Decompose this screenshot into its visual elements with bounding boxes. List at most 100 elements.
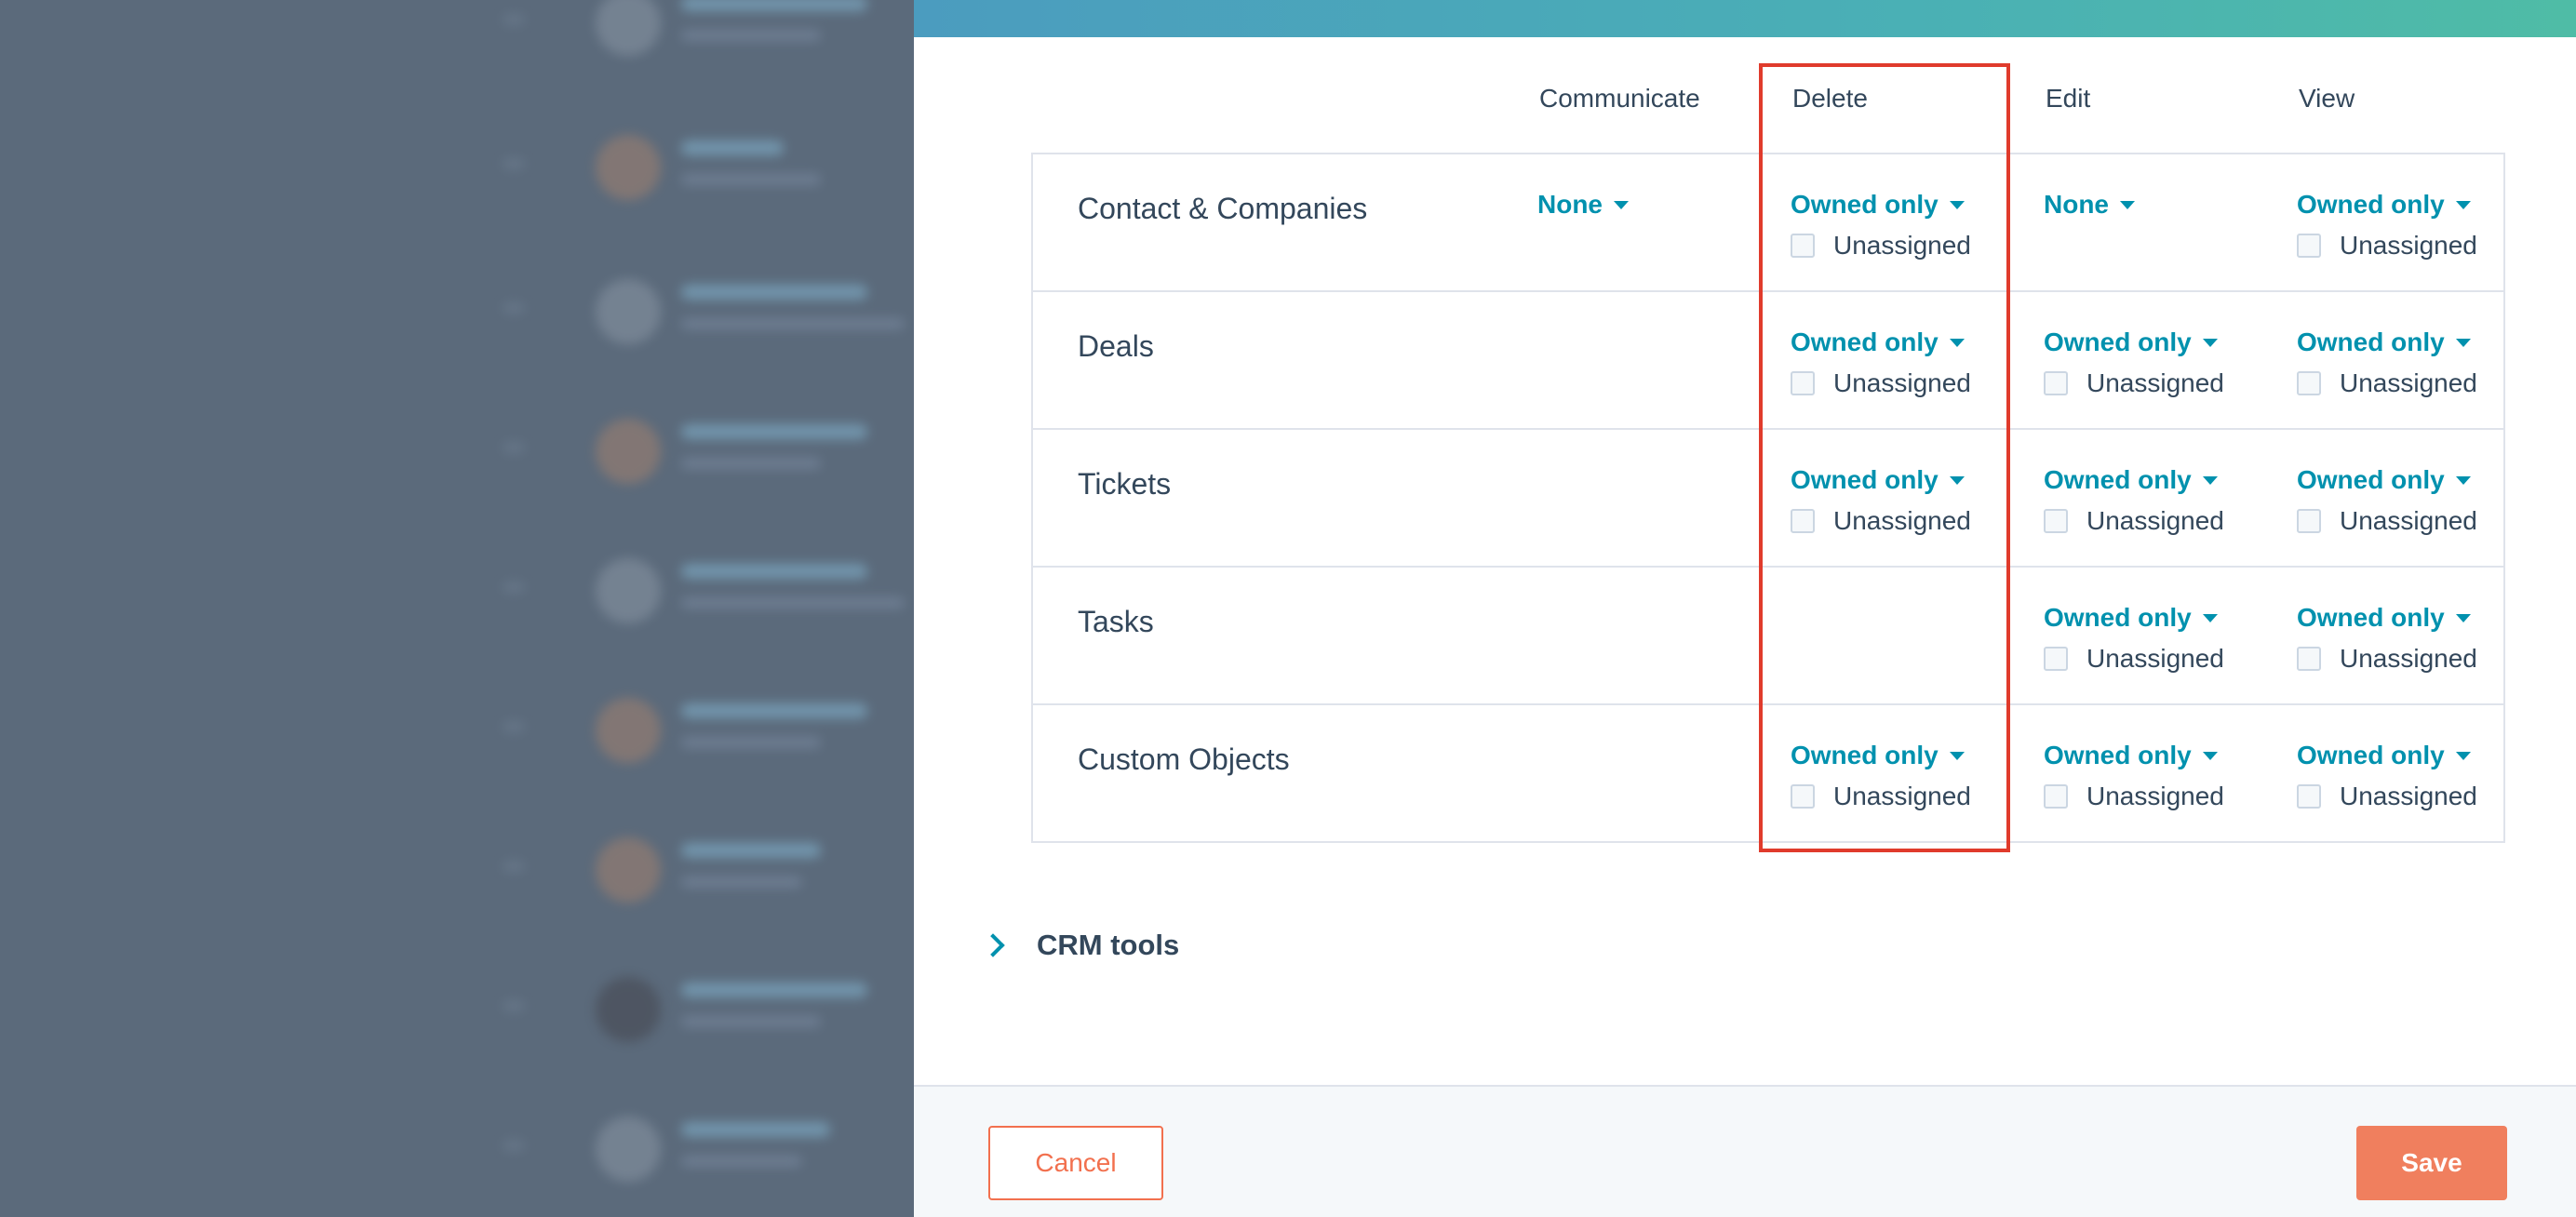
dropdown-value: Owned only	[2044, 741, 2192, 769]
unassigned-option: Unassigned	[2297, 368, 2477, 398]
edit-dropdown[interactable]: None	[2044, 190, 2135, 220]
unassigned-option: Unassigned	[2044, 506, 2224, 536]
checkbox-label: Unassigned	[2086, 644, 2224, 673]
edit-dropdown[interactable]: Owned only	[2044, 328, 2224, 357]
unassigned-checkbox[interactable]	[2297, 234, 2321, 258]
cell-delete: Owned only Unassigned	[1791, 465, 1971, 536]
unassigned-checkbox[interactable]	[2044, 784, 2068, 809]
column-header-edit: Edit	[2046, 84, 2091, 113]
view-dropdown[interactable]: Owned only	[2297, 465, 2477, 495]
background-list-item	[503, 549, 914, 651]
unassigned-checkbox[interactable]	[1791, 784, 1815, 809]
unassigned-checkbox[interactable]	[2297, 647, 2321, 671]
dropdown-value: None	[1537, 190, 1603, 219]
save-button[interactable]: Save	[2356, 1126, 2507, 1200]
unassigned-checkbox[interactable]	[2044, 509, 2068, 533]
cell-delete: Owned only Unassigned	[1791, 190, 1971, 261]
unassigned-checkbox[interactable]	[2044, 371, 2068, 395]
unassigned-option: Unassigned	[2044, 644, 2224, 674]
caret-down-icon	[1949, 200, 1965, 209]
caret-down-icon	[1949, 475, 1965, 485]
unassigned-checkbox[interactable]	[1791, 371, 1815, 395]
caret-down-icon	[2202, 751, 2218, 760]
background-list-item	[503, 126, 914, 228]
unassigned-option: Unassigned	[1791, 368, 1971, 398]
checkbox-label: Unassigned	[2340, 644, 2477, 673]
caret-down-icon	[2455, 751, 2471, 760]
unassigned-checkbox[interactable]	[2297, 784, 2321, 809]
communicate-dropdown[interactable]: None	[1537, 190, 1629, 220]
checkbox-label: Unassigned	[2340, 368, 2477, 397]
cell-edit: Owned only Unassigned	[2044, 741, 2224, 811]
delete-dropdown[interactable]: Owned only	[1791, 741, 1971, 770]
view-dropdown[interactable]: Owned only	[2297, 328, 2477, 357]
checkbox-label: Unassigned	[2086, 782, 2224, 810]
caret-down-icon	[2202, 475, 2218, 485]
cell-edit: None	[2044, 190, 2135, 220]
dropdown-value: Owned only	[2044, 603, 2192, 632]
row-label: Tickets	[1078, 467, 1172, 501]
delete-dropdown[interactable]: Owned only	[1791, 190, 1971, 220]
panel-footer: Cancel Save	[914, 1085, 2576, 1217]
caret-down-icon	[2455, 475, 2471, 485]
cell-edit: Owned only Unassigned	[2044, 465, 2224, 536]
checkbox-label: Unassigned	[2086, 506, 2224, 535]
chevron-right-icon	[981, 933, 1005, 957]
app-root: Communicate Delete Edit View Contact & C…	[0, 0, 2576, 1217]
checkbox-label: Unassigned	[2340, 506, 2477, 535]
background-list-item	[503, 968, 914, 1070]
table-row-deals: Deals Owned only Unassigned Owned only U…	[1033, 292, 2503, 430]
delete-dropdown[interactable]: Owned only	[1791, 328, 1971, 357]
crm-tools-label: CRM tools	[1037, 929, 1180, 961]
dropdown-value: Owned only	[1791, 465, 1939, 494]
background-overlay	[0, 0, 914, 1217]
dropdown-value: Owned only	[1791, 190, 1939, 219]
checkbox-label: Unassigned	[2086, 368, 2224, 397]
table-row-custom-objects: Custom Objects Owned only Unassigned Own…	[1033, 705, 2503, 843]
edit-dropdown[interactable]: Owned only	[2044, 603, 2224, 633]
caret-down-icon	[1614, 200, 1629, 209]
permissions-panel: Communicate Delete Edit View Contact & C…	[914, 0, 2576, 1217]
column-header-communicate: Communicate	[1539, 84, 1700, 113]
unassigned-checkbox[interactable]	[2297, 371, 2321, 395]
caret-down-icon	[2202, 613, 2218, 622]
checkbox-label: Unassigned	[2340, 231, 2477, 260]
unassigned-checkbox[interactable]	[2297, 509, 2321, 533]
row-label: Tasks	[1078, 605, 1154, 638]
background-list-item	[503, 270, 914, 372]
panel-header-bar	[914, 0, 2576, 37]
unassigned-checkbox[interactable]	[1791, 509, 1815, 533]
view-dropdown[interactable]: Owned only	[2297, 741, 2477, 770]
dropdown-value: Owned only	[2044, 465, 2192, 494]
background-list-item	[503, 1107, 914, 1210]
dropdown-value: Owned only	[2044, 328, 2192, 356]
unassigned-option: Unassigned	[1791, 782, 1971, 811]
cell-edit: Owned only Unassigned	[2044, 603, 2224, 674]
view-dropdown[interactable]: Owned only	[2297, 603, 2477, 633]
cancel-button[interactable]: Cancel	[988, 1126, 1163, 1200]
dropdown-value: Owned only	[2297, 328, 2445, 356]
checkbox-label: Unassigned	[1833, 506, 1971, 535]
table-row-tasks: Tasks Owned only Unassigned Owned only U…	[1033, 568, 2503, 705]
caret-down-icon	[2120, 200, 2135, 209]
caret-down-icon	[1949, 338, 1965, 347]
delete-dropdown[interactable]: Owned only	[1791, 465, 1971, 495]
background-list-item	[503, 689, 914, 791]
dropdown-value: Owned only	[1791, 741, 1939, 769]
unassigned-checkbox[interactable]	[2044, 647, 2068, 671]
checkbox-label: Unassigned	[2340, 782, 2477, 810]
dropdown-value: Owned only	[2297, 465, 2445, 494]
cell-view: Owned only Unassigned	[2297, 741, 2477, 811]
edit-dropdown[interactable]: Owned only	[2044, 465, 2224, 495]
edit-dropdown[interactable]: Owned only	[2044, 741, 2224, 770]
cell-edit: Owned only Unassigned	[2044, 328, 2224, 398]
view-dropdown[interactable]: Owned only	[2297, 190, 2477, 220]
unassigned-option: Unassigned	[2297, 231, 2477, 261]
cell-communicate: None	[1537, 190, 1629, 220]
unassigned-option: Unassigned	[1791, 506, 1971, 536]
unassigned-checkbox[interactable]	[1791, 234, 1815, 258]
crm-tools-toggle[interactable]: CRM tools	[981, 929, 1180, 962]
unassigned-option: Unassigned	[2044, 782, 2224, 811]
checkbox-label: Unassigned	[1833, 231, 1971, 260]
unassigned-option: Unassigned	[1791, 231, 1971, 261]
